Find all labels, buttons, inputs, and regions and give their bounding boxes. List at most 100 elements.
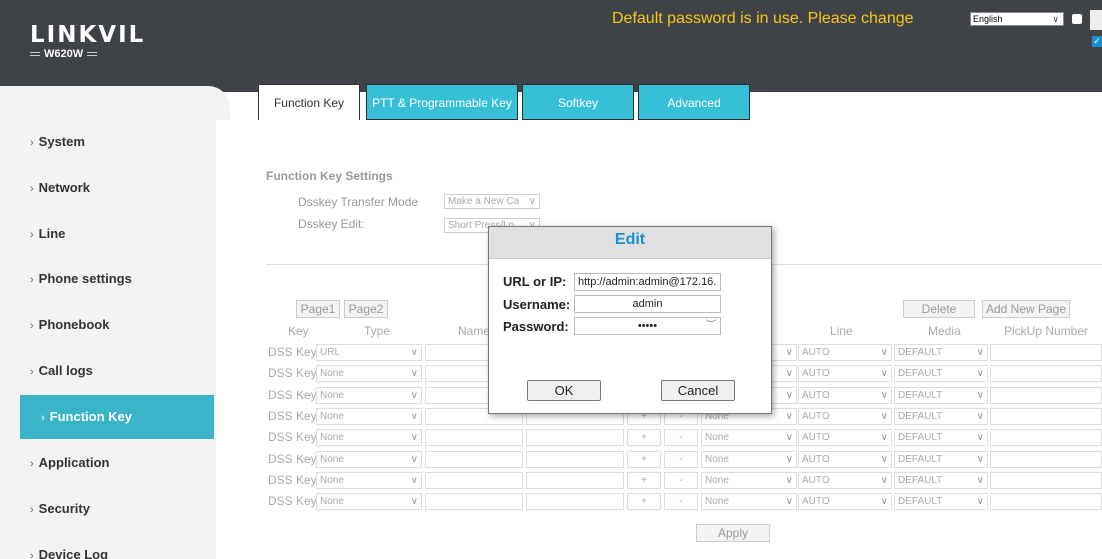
line-select[interactable]: AUTO ∨ [798,493,892,510]
sub-type-select[interactable]: None ∨ [701,429,797,446]
chevron-down-icon: ∨ [880,475,888,486]
key-type-select[interactable]: None ∨ [316,451,422,468]
tab-function-key[interactable]: Function Key [258,84,360,120]
key-type-select[interactable]: None ∨ [316,429,422,446]
sidebar-item-network[interactable]: › Network [0,166,216,210]
media-select[interactable]: DEFAULT ∨ [894,451,988,468]
media-select[interactable]: DEFAULT ∨ [894,365,988,382]
language-select[interactable]: English ∨ [970,12,1064,26]
plus-button[interactable]: + [627,472,661,489]
key-type-select[interactable]: None ∨ [316,387,422,404]
pickup-number-input[interactable] [990,429,1102,446]
sidebar-item-line[interactable]: › Line [0,212,216,256]
column-header-pickup: PickUp Number [1004,324,1089,338]
sidebar-item-label: Security [38,501,90,516]
tab-ptt-programmable-key[interactable]: PTT & Programmable Key [366,84,518,120]
plus-button[interactable]: + [627,429,661,446]
default-password-warning[interactable]: Default password is in use. Please chang… [612,10,914,28]
line-select[interactable]: AUTO ∨ [798,344,892,361]
pickup-number-input[interactable] [990,472,1102,489]
chevron-right-icon: › [30,504,34,516]
key-type-select[interactable]: None ∨ [316,493,422,510]
name-input[interactable] [425,493,523,510]
line-select[interactable]: AUTO ∨ [798,365,892,382]
line-value: AUTO [802,411,830,422]
username-input[interactable]: admin [574,295,721,313]
column-header-name: Name [458,324,491,338]
transfer-mode-select[interactable]: Make a New Ca ∨ [444,194,540,209]
minus-button[interactable]: - [664,429,698,446]
chevron-down-icon: ∨ [880,496,888,507]
plus-button[interactable]: + [627,451,661,468]
sidebar-item-system[interactable]: › System [0,120,216,164]
sidebar-item-device-log[interactable]: › Device Log [0,533,216,559]
media-select[interactable]: DEFAULT ∨ [894,408,988,425]
media-select[interactable]: DEFAULT ∨ [894,472,988,489]
add-new-page-button[interactable]: Add New Page [982,300,1070,318]
media-select[interactable]: DEFAULT ∨ [894,344,988,361]
value-input[interactable] [526,493,624,510]
media-select[interactable]: DEFAULT ∨ [894,387,988,404]
key-type-select[interactable]: None ∨ [316,472,422,489]
sidebar-item-phone-settings[interactable]: › Phone settings [0,257,216,301]
tab-advanced[interactable]: Advanced [638,84,750,120]
page2-button[interactable]: Page2 [344,300,388,318]
delete-button[interactable]: Delete [903,300,975,318]
name-input[interactable] [425,429,523,446]
pickup-number-input[interactable] [990,387,1102,404]
line-select[interactable]: AUTO ∨ [798,408,892,425]
sub-type-select[interactable]: None ∨ [701,493,797,510]
key-type-value: None [320,390,344,401]
apply-button[interactable]: Apply [696,524,770,542]
media-value: DEFAULT [898,432,943,443]
chevron-down-icon: ∨ [785,432,793,443]
pickup-number-input[interactable] [990,408,1102,425]
line-select[interactable]: AUTO ∨ [798,387,892,404]
key-type-select[interactable]: None ∨ [316,365,422,382]
chevron-down-icon: ∨ [880,432,888,443]
sub-type-select[interactable]: None ∨ [701,472,797,489]
pickup-number-input[interactable] [990,365,1102,382]
sidebar-item-label: Network [38,180,90,195]
sub-type-value: None [705,432,729,443]
eye-closed-icon[interactable]: ︶ [706,318,716,334]
pickup-number-input[interactable] [990,451,1102,468]
url-input[interactable]: http://admin:admin@172.16. [574,273,721,291]
line-select[interactable]: AUTO ∨ [798,451,892,468]
ok-button[interactable]: OK [527,380,601,401]
tab-softkey[interactable]: Softkey [522,84,634,120]
minus-button[interactable]: - [664,472,698,489]
page1-button[interactable]: Page1 [296,300,340,318]
line-select[interactable]: AUTO ∨ [798,472,892,489]
sidebar-item-phonebook[interactable]: › Phonebook [0,303,216,347]
media-select[interactable]: DEFAULT ∨ [894,429,988,446]
url-label: URL or IP: [503,274,567,289]
name-input[interactable] [425,451,523,468]
key-type-select[interactable]: URL ∨ [316,344,422,361]
sidebar-item-function-key[interactable]: › Function Key [20,395,214,439]
pickup-number-input[interactable] [990,493,1102,510]
line-select[interactable]: AUTO ∨ [798,429,892,446]
pickup-number-input[interactable] [990,344,1102,361]
header-button[interactable] [1090,10,1102,30]
name-input[interactable] [425,472,523,489]
chevron-down-icon: ∨ [785,411,793,422]
sidebar-item-call-logs[interactable]: › Call logs [0,349,216,393]
chevron-down-icon: ∨ [785,368,793,379]
value-input[interactable] [526,429,624,446]
sidebar-item-security[interactable]: › Security [0,487,216,531]
header-checkbox[interactable] [1072,14,1082,24]
minus-button[interactable]: - [664,493,698,510]
chevron-right-icon: › [30,274,34,286]
media-select[interactable]: DEFAULT ∨ [894,493,988,510]
sub-type-select[interactable]: None ∨ [701,451,797,468]
cancel-button[interactable]: Cancel [661,380,735,401]
checked-checkbox[interactable]: ✓ [1092,36,1102,47]
plus-button[interactable]: + [627,493,661,510]
password-input[interactable]: ••••• ︶ [574,317,721,335]
sidebar-item-application[interactable]: › Application [0,441,216,485]
value-input[interactable] [526,451,624,468]
value-input[interactable] [526,472,624,489]
key-type-select[interactable]: None ∨ [316,408,422,425]
minus-button[interactable]: - [664,451,698,468]
